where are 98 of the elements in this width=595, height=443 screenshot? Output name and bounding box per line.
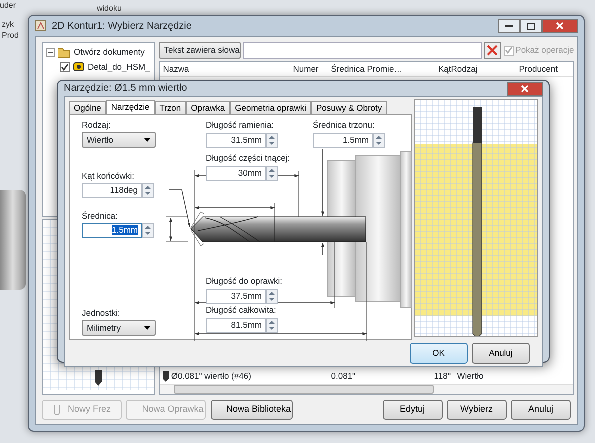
dimension-line [321,148,325,216]
table-cell-text: 0.081" [331,370,357,383]
background-text: uder [0,0,16,12]
new-button[interactable]: Nowa Biblioteka [210,400,292,420]
table-cell-text: Wiertło [456,370,485,383]
dimension-line [169,218,173,242]
filter-dropdown[interactable]: Tekst zawiera słowa [159,42,242,59]
dimension-line [321,242,325,256]
input-field[interactable]: 1.5mm [313,133,373,148]
close-icon [556,22,564,30]
spin-arrows-icon [267,134,277,148]
field-label: Długość części tnącej: [206,153,290,163]
input-field[interactable]: 37.5mm [206,289,266,304]
horizontal-scrollbar[interactable] [160,384,574,394]
tab[interactable]: Narzędzie [106,100,155,115]
tree-checkbox[interactable] [60,62,70,72]
dropdown[interactable]: Milimetry [82,320,156,336]
leader-line [168,190,191,228]
dialog-button[interactable]: Edytuj [382,400,442,420]
cutter-icon [53,404,63,416]
extension-line [334,242,336,308]
dialog-title: Narzędzie: Ø1.5 mm wiertło [64,82,188,96]
minimize-button[interactable] [498,19,520,33]
spin-arrows-icon [267,319,277,332]
field-label: Długość ramienia: [206,120,274,130]
expand-toggle[interactable] [46,48,55,57]
tree-item[interactable]: Detal_do_HSM_ [88,60,150,74]
close-button[interactable] [507,82,543,96]
tab[interactable]: Posuwy & Obroty [311,101,388,114]
maximize-icon [527,22,535,30]
caret-icon [144,326,151,330]
clear-icon [487,45,498,56]
minimize-icon [505,25,513,27]
column-header[interactable]: Producent [519,62,574,76]
spin-button[interactable] [142,223,154,238]
field-label: Średnica: [82,211,118,221]
window-title: 2D Kontur1: Wybierz Narzędzie [52,20,192,34]
background-text: widoku [97,3,122,15]
clear-button[interactable] [484,42,502,59]
column-header[interactable]: Kąt [423,62,452,76]
column-header[interactable]: Nazwa [163,62,294,76]
input-field[interactable]: 30mm [206,166,266,181]
close-button[interactable] [542,19,578,33]
spin-button[interactable] [373,133,385,148]
field-label: Długość do oprawki: [206,276,283,286]
angle-mark [190,212,204,246]
dialog-button[interactable]: Wybierz [446,400,507,420]
app-icon [35,20,47,32]
tab[interactable]: Trzon [154,101,186,114]
check-icon [61,64,69,71]
field-label: Kąt końcówki: [82,171,134,181]
table-cell-text: 118° [433,370,452,383]
column-header[interactable]: Numer [293,62,332,76]
dropdown[interactable]: Wiertło [82,132,156,148]
input-field[interactable]: 118deg [82,183,142,198]
spin-button[interactable] [266,166,278,181]
input-field[interactable]: 1.5mm [82,223,142,238]
minus-icon [48,50,53,56]
caret-icon [144,138,151,142]
field-label: Rodzaj: [82,120,111,130]
close-icon [521,84,529,92]
folder-icon [58,46,71,58]
spin-arrows-icon [374,134,384,148]
tab[interactable]: Oprawka [186,101,230,114]
background-text: zyk [2,19,14,31]
extension-line [274,202,276,218]
input-field[interactable]: 31.5mm [206,133,266,148]
spin-arrows-icon [267,167,277,180]
spin-button[interactable] [266,289,278,304]
tab[interactable]: Ogólne [69,101,106,114]
field-label: Długość całkowita: [206,305,276,315]
background-text: Prod [2,30,19,42]
spin-button[interactable] [266,133,278,148]
search-field[interactable] [243,42,482,59]
extension-line [298,170,300,218]
input-field[interactable]: 81.5mm [206,318,266,333]
drill-icon [163,371,170,382]
check-icon [504,47,513,54]
extension-line [166,216,188,218]
spin-arrows-icon [143,184,153,198]
tree-item[interactable]: Otwórz dokumenty [74,46,145,59]
dialog-button[interactable]: Anuluj [472,343,530,364]
dialog-button[interactable]: OK [410,343,468,364]
spin-arrows-icon [143,224,153,238]
table-cell: Ø0.081" wiertło (#46) [171,370,252,383]
checkbox-label: Pokaż operacje [516,44,574,57]
spin-button[interactable] [142,183,154,198]
field-label: Średnica trzonu: [313,120,375,130]
part-icon [73,61,85,74]
field-label: Jednostki: [82,308,120,318]
spin-button[interactable] [266,318,278,333]
spin-arrows-icon [267,290,277,304]
column-header[interactable]: Rodzaj [451,62,520,76]
column-header[interactable]: Promie… [367,62,424,76]
maximize-button[interactable] [520,19,542,33]
tab[interactable]: Geometria oprawki [230,101,312,114]
column-header[interactable]: Średnica [331,62,368,76]
dialog-button[interactable]: Anuluj [511,400,571,420]
